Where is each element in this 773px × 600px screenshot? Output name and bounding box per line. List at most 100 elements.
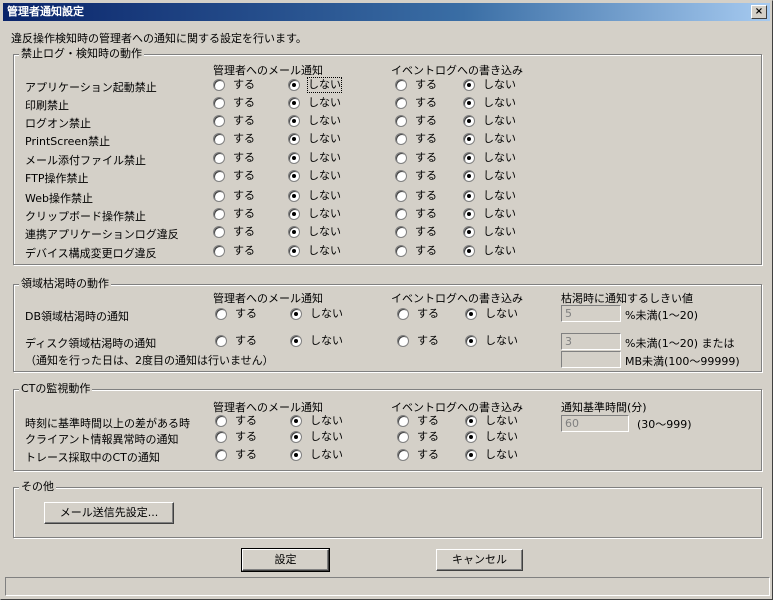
radio-option[interactable]: しない <box>288 96 341 110</box>
radio-option[interactable]: する <box>397 307 439 321</box>
radio-checked-icon[interactable] <box>463 170 475 182</box>
radio-unchecked-icon[interactable] <box>395 133 407 145</box>
radio-checked-icon[interactable] <box>288 115 300 127</box>
radio-checked-icon[interactable] <box>288 226 300 238</box>
radio-unchecked-icon[interactable] <box>215 415 227 427</box>
radio-unchecked-icon[interactable] <box>395 208 407 220</box>
radio-checked-icon[interactable] <box>288 152 300 164</box>
radio-unchecked-icon[interactable] <box>213 79 225 91</box>
radio-option[interactable]: しない <box>465 307 518 321</box>
radio-option[interactable]: する <box>395 132 437 146</box>
radio-option[interactable]: する <box>397 334 439 348</box>
radio-checked-icon[interactable] <box>288 208 300 220</box>
radio-unchecked-icon[interactable] <box>213 152 225 164</box>
radio-unchecked-icon[interactable] <box>213 133 225 145</box>
radio-checked-icon[interactable] <box>463 226 475 238</box>
radio-option[interactable]: しない <box>463 151 516 165</box>
radio-option[interactable]: しない <box>290 334 343 348</box>
radio-option[interactable]: する <box>213 114 255 128</box>
radio-checked-icon[interactable] <box>290 308 302 320</box>
radio-option[interactable]: する <box>215 307 257 321</box>
radio-unchecked-icon[interactable] <box>395 170 407 182</box>
radio-option[interactable]: しない <box>288 132 341 146</box>
radio-option[interactable]: しない <box>465 448 518 462</box>
radio-checked-icon[interactable] <box>465 335 477 347</box>
radio-option[interactable]: しない <box>463 169 516 183</box>
radio-checked-icon[interactable] <box>465 449 477 461</box>
radio-option[interactable]: しない <box>288 244 341 258</box>
radio-unchecked-icon[interactable] <box>395 115 407 127</box>
radio-option[interactable]: する <box>395 114 437 128</box>
radio-checked-icon[interactable] <box>290 335 302 347</box>
radio-unchecked-icon[interactable] <box>395 97 407 109</box>
radio-checked-icon[interactable] <box>465 308 477 320</box>
radio-option[interactable]: する <box>395 169 437 183</box>
radio-option[interactable]: しない <box>463 225 516 239</box>
time-threshold-input[interactable]: 60 <box>561 415 629 432</box>
radio-checked-icon[interactable] <box>288 79 300 91</box>
radio-option[interactable]: しない <box>463 189 516 203</box>
title-bar[interactable]: 管理者通知設定 × <box>3 3 770 21</box>
radio-unchecked-icon[interactable] <box>213 190 225 202</box>
radio-option[interactable]: しない <box>288 189 341 203</box>
radio-unchecked-icon[interactable] <box>397 308 409 320</box>
radio-checked-icon[interactable] <box>463 190 475 202</box>
radio-option[interactable]: しない <box>288 225 341 239</box>
radio-option[interactable]: しない <box>465 430 518 444</box>
radio-option[interactable]: しない <box>290 307 343 321</box>
radio-option[interactable]: する <box>397 448 439 462</box>
radio-option[interactable]: する <box>215 430 257 444</box>
radio-checked-icon[interactable] <box>465 431 477 443</box>
radio-checked-icon[interactable] <box>463 133 475 145</box>
radio-option[interactable]: する <box>395 225 437 239</box>
radio-unchecked-icon[interactable] <box>213 115 225 127</box>
radio-option[interactable]: しない <box>465 334 518 348</box>
radio-option[interactable]: する <box>395 151 437 165</box>
radio-checked-icon[interactable] <box>288 97 300 109</box>
radio-option[interactable]: しない <box>290 448 343 462</box>
radio-checked-icon[interactable] <box>290 449 302 461</box>
radio-unchecked-icon[interactable] <box>213 97 225 109</box>
radio-option[interactable]: する <box>395 189 437 203</box>
radio-unchecked-icon[interactable] <box>395 245 407 257</box>
radio-option[interactable]: しない <box>290 414 343 428</box>
radio-option[interactable]: する <box>215 414 257 428</box>
radio-option[interactable]: する <box>215 334 257 348</box>
radio-checked-icon[interactable] <box>465 415 477 427</box>
radio-option[interactable]: しない <box>288 207 341 221</box>
radio-option[interactable]: しない <box>288 77 342 93</box>
radio-checked-icon[interactable] <box>290 431 302 443</box>
ok-button[interactable]: 設定 <box>241 548 330 572</box>
radio-checked-icon[interactable] <box>288 133 300 145</box>
radio-unchecked-icon[interactable] <box>395 190 407 202</box>
radio-unchecked-icon[interactable] <box>395 152 407 164</box>
radio-option[interactable]: しない <box>463 114 516 128</box>
radio-option[interactable]: する <box>397 414 439 428</box>
radio-checked-icon[interactable] <box>288 245 300 257</box>
radio-unchecked-icon[interactable] <box>397 415 409 427</box>
radio-checked-icon[interactable] <box>463 245 475 257</box>
radio-option[interactable]: しない <box>465 414 518 428</box>
radio-option[interactable]: しない <box>288 169 341 183</box>
radio-option[interactable]: しない <box>463 96 516 110</box>
radio-option[interactable]: する <box>213 225 255 239</box>
radio-option[interactable]: する <box>397 430 439 444</box>
radio-checked-icon[interactable] <box>290 415 302 427</box>
radio-unchecked-icon[interactable] <box>397 449 409 461</box>
radio-option[interactable]: しない <box>288 151 341 165</box>
radio-checked-icon[interactable] <box>463 79 475 91</box>
radio-option[interactable]: しない <box>463 78 516 92</box>
radio-unchecked-icon[interactable] <box>397 335 409 347</box>
radio-unchecked-icon[interactable] <box>213 226 225 238</box>
disk-mb-input[interactable] <box>561 351 621 368</box>
radio-checked-icon[interactable] <box>463 115 475 127</box>
radio-checked-icon[interactable] <box>463 208 475 220</box>
radio-checked-icon[interactable] <box>288 170 300 182</box>
radio-option[interactable]: する <box>213 132 255 146</box>
disk-threshold-input[interactable]: 3 <box>561 333 621 350</box>
mail-settings-button[interactable]: メール送信先設定... <box>44 502 174 524</box>
radio-option[interactable]: する <box>395 244 437 258</box>
radio-option[interactable]: する <box>213 189 255 203</box>
radio-option[interactable]: する <box>395 207 437 221</box>
radio-checked-icon[interactable] <box>288 190 300 202</box>
